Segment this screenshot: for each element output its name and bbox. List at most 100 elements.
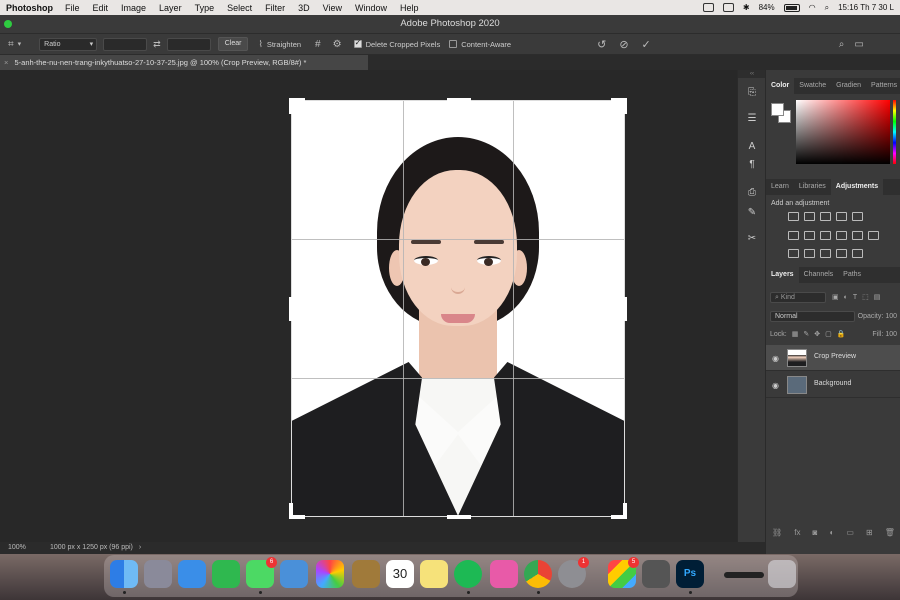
delete-cropped-label[interactable]: Delete Cropped Pixels xyxy=(366,40,441,49)
app-store-icon[interactable]: 5 xyxy=(608,557,639,588)
workspace-icon[interactable]: ▭ xyxy=(854,39,863,50)
search-icon[interactable]: ⌕ xyxy=(839,39,845,50)
tab-libraries[interactable]: Libraries xyxy=(794,179,831,195)
display-icon[interactable] xyxy=(722,3,734,12)
battery-icon[interactable] xyxy=(783,3,800,12)
commit-crop-icon[interactable]: ✓ xyxy=(642,38,651,51)
new-group-icon[interactable]: ▭ xyxy=(846,528,854,537)
color-balance-icon[interactable] xyxy=(804,231,815,240)
menu-app-name[interactable]: Photoshop xyxy=(6,3,53,13)
notes-icon[interactable] xyxy=(420,560,448,588)
tab-patterns[interactable]: Patterns xyxy=(866,78,900,94)
clone-source-icon[interactable]: ⎙ xyxy=(745,186,759,200)
calendar-icon[interactable]: 30 xyxy=(386,560,414,588)
content-aware-checkbox[interactable] xyxy=(449,40,458,48)
threshold-icon[interactable] xyxy=(820,249,831,258)
swap-dimensions-icon[interactable]: ⇄ xyxy=(153,39,161,50)
tab-channels[interactable]: Channels xyxy=(799,267,839,283)
layer-row-background[interactable]: ◉ Background xyxy=(766,372,900,398)
brightness-icon[interactable] xyxy=(788,212,799,221)
maps-icon[interactable] xyxy=(280,560,308,588)
tab-adjustments[interactable]: Adjustments xyxy=(830,179,884,195)
tab-color[interactable]: Color xyxy=(766,78,795,94)
filter-shape-icon[interactable]: ⬚ xyxy=(862,293,869,301)
filter-pixel-icon[interactable]: ▣ xyxy=(832,293,839,301)
status-menu-arrow[interactable]: › xyxy=(133,542,141,554)
launchpad-icon[interactable] xyxy=(144,560,172,588)
straighten-label[interactable]: Straighten xyxy=(267,40,301,49)
menu-filter[interactable]: Filter xyxy=(265,3,285,13)
menu-help[interactable]: Help xyxy=(400,3,419,13)
menu-image[interactable]: Image xyxy=(121,3,146,13)
adjustment-layer-icon[interactable]: ◐ xyxy=(829,528,834,537)
tab-paths[interactable]: Paths xyxy=(838,267,866,283)
messages-icon[interactable]: 6 xyxy=(246,557,277,588)
filter-type-icon[interactable]: T xyxy=(853,294,857,301)
crop-width-input[interactable] xyxy=(103,37,148,51)
layer-mask-icon[interactable]: ◙ xyxy=(813,528,818,537)
clear-button[interactable]: Clear xyxy=(217,37,249,51)
clock-text[interactable]: 15:16 Th 7 30 L xyxy=(838,3,894,12)
new-layer-icon[interactable]: ⊞ xyxy=(866,528,873,537)
invert-icon[interactable] xyxy=(788,249,799,258)
crop-tool-icon[interactable]: ⌗ xyxy=(8,39,14,50)
photoshop-icon[interactable]: Ps xyxy=(676,560,704,588)
layer-visibility-eye-icon[interactable]: ◉ xyxy=(772,381,779,390)
delete-layer-icon[interactable]: 🗑 xyxy=(885,528,895,537)
chrome-icon[interactable] xyxy=(524,560,552,588)
menu-type[interactable]: Type xyxy=(195,3,215,13)
lock-position-icon[interactable]: ✥ xyxy=(814,330,820,338)
crop-handle-top[interactable] xyxy=(447,98,471,102)
menu-layer[interactable]: Layer xyxy=(159,3,182,13)
zoom-level[interactable]: 100% xyxy=(0,542,40,554)
contacts-icon[interactable] xyxy=(352,560,380,588)
crop-handle-bottom[interactable] xyxy=(447,515,471,519)
crop-height-input[interactable] xyxy=(166,37,211,51)
layer-visibility-eye-icon[interactable]: ◉ xyxy=(772,354,779,363)
foreground-color-swatch[interactable] xyxy=(771,103,784,116)
lock-transparent-icon[interactable]: ▦ xyxy=(792,330,799,338)
facetime-icon[interactable] xyxy=(212,560,240,588)
character-panel-icon[interactable]: A xyxy=(745,140,759,154)
search-menu-icon[interactable]: ⌕ xyxy=(825,3,829,13)
crop-handle-top-right[interactable] xyxy=(623,98,627,114)
system-preferences-icon[interactable]: 1 xyxy=(558,557,589,588)
history-panel-icon[interactable]: ⎘ xyxy=(745,86,759,100)
exposure-icon[interactable] xyxy=(836,212,847,221)
close-tab-icon[interactable]: × xyxy=(4,58,8,67)
crop-handle-bottom-right[interactable] xyxy=(623,503,627,519)
hue-saturation-icon[interactable] xyxy=(788,231,799,240)
minimized-window-icon[interactable] xyxy=(724,572,764,578)
crop-settings-gear-icon[interactable]: ⚙ xyxy=(333,39,342,50)
cancel-crop-icon[interactable]: ⊘ xyxy=(619,38,628,51)
delete-cropped-checkbox[interactable] xyxy=(353,38,362,48)
levels-icon[interactable] xyxy=(804,212,815,221)
crop-handle-top-left[interactable] xyxy=(289,98,293,114)
content-aware-label[interactable]: Content-Aware xyxy=(461,40,511,49)
layer-name[interactable]: Crop Preview xyxy=(814,353,856,360)
menu-3d[interactable]: 3D xyxy=(298,3,310,13)
calculator-icon[interactable] xyxy=(642,560,670,588)
document-tab[interactable]: × 5-anh-the-nu-nen-trang-inkythuatso-27-… xyxy=(0,55,368,70)
tab-layers[interactable]: Layers xyxy=(766,267,799,283)
crop-box[interactable] xyxy=(289,98,627,519)
filter-smart-icon[interactable]: ▤ xyxy=(874,293,881,301)
properties-panel-icon[interactable]: ☰ xyxy=(745,112,759,126)
wifi-icon[interactable]: ◠ xyxy=(809,3,816,12)
posterize-icon[interactable] xyxy=(804,249,815,258)
creative-cloud-icon[interactable] xyxy=(702,3,714,12)
reset-crop-icon[interactable]: ↺ xyxy=(597,38,606,51)
overlay-grid-icon[interactable]: # xyxy=(315,39,321,50)
tab-swatches[interactable]: Swatche xyxy=(794,78,831,94)
finder-icon[interactable] xyxy=(110,560,138,588)
fill-value[interactable]: 100 xyxy=(885,331,897,338)
vibrance-icon[interactable] xyxy=(852,212,863,221)
curves-icon[interactable] xyxy=(820,212,831,221)
filter-adjust-icon[interactable]: ◐ xyxy=(844,294,848,301)
photo-filter-icon[interactable] xyxy=(836,231,847,240)
menu-select[interactable]: Select xyxy=(227,3,252,13)
lock-artboard-icon[interactable]: ▢ xyxy=(825,330,832,338)
mail-icon[interactable] xyxy=(178,560,206,588)
menu-window[interactable]: Window xyxy=(355,3,387,13)
layer-kind-filter[interactable]: ⌕ Kind xyxy=(770,291,826,303)
